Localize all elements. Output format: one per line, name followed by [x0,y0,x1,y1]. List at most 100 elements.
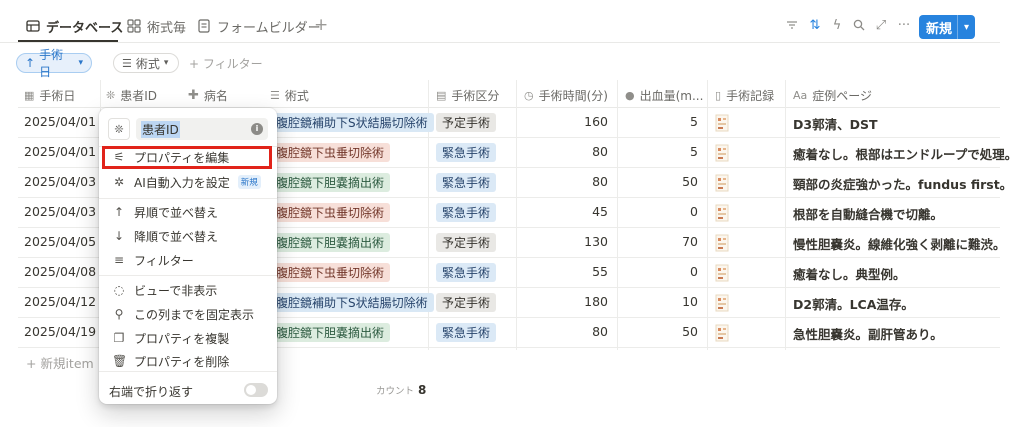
column-header-procedure[interactable]: ☰ 術式 [270,87,309,104]
calendar-icon: ▦ [24,89,35,102]
arrow-up-icon: ↑ [113,205,125,219]
tab-database[interactable]: データベース [26,14,123,38]
lightning-icon[interactable]: ϟ [828,16,846,34]
column-header-case-page[interactable]: Aa 症例ページ [793,87,872,104]
category-tag: 予定手術 [436,293,497,312]
record-file-icon[interactable] [715,324,729,342]
chevron-down-icon: ▾ [78,58,83,68]
drop-icon: ● [625,89,635,102]
arrow-up-icon: ↑ [25,56,36,70]
cell-case-page[interactable]: 頸部の炎症強かった。fundus first。 [793,174,1012,193]
cell-case-page[interactable]: 慢性胆嚢炎。線維化強く剥離に難渋。 [793,234,1006,253]
column-header-blood-loss[interactable]: ● 出血量(m... [625,87,703,104]
expand-icon[interactable]: ⤢ [872,16,890,34]
cell-category[interactable]: 予定手術 [436,233,497,252]
column-header-duration[interactable]: ◷ 手術時間(分) [524,87,608,104]
sort-chip[interactable]: ↑ 手術日 ▾ [16,48,92,79]
tab-by-procedure[interactable]: 術式毎 [127,14,186,38]
procedure-tag: 腹腔鏡下虫垂切除術 [270,203,391,222]
cell-procedure[interactable]: 腹腔鏡下虫垂切除術 [270,203,391,222]
record-file-icon[interactable] [715,264,729,282]
cell-duration: 160 [584,114,608,129]
category-tag: 緊急手術 [436,143,497,162]
search-icon[interactable] [850,16,868,34]
record-file-icon[interactable] [715,174,729,192]
cell-blood-loss: 50 [682,324,698,339]
cell-procedure[interactable]: 腹腔鏡補助下S状結腸切除術 [270,113,434,132]
filter-icon[interactable] [783,16,801,34]
cell-procedure[interactable]: 腹腔鏡補助下S状結腸切除術 [270,293,434,312]
wrap-text-label: 右端で折り返す [109,385,194,399]
column-header-disease[interactable]: ✚ 病名 [188,87,228,104]
menu-item-label: 昇順で並べ替え [134,205,219,220]
cell-procedure[interactable]: 腹腔鏡下虫垂切除術 [270,143,391,162]
clock-icon: ◷ [524,89,534,102]
grid-icon [127,19,141,33]
cell-procedure[interactable]: 腹腔鏡下胆嚢摘出術 [270,233,391,252]
cell-duration: 80 [592,324,608,339]
info-icon[interactable]: i [251,123,263,135]
category-tag: 予定手術 [436,113,497,132]
new-button[interactable]: 新規 ▾ [919,15,975,39]
menu-item-label: ビューで非表示 [134,283,218,298]
cell-case-page[interactable]: D3郭清、DST [793,114,877,133]
record-file-icon[interactable] [715,144,729,162]
record-file-icon[interactable] [715,204,729,222]
column-label: 術式 [284,89,309,103]
cell-category[interactable]: 緊急手術 [436,143,497,162]
cell-procedure[interactable]: 腹腔鏡下虫垂切除術 [270,263,391,282]
menu-item-ai-sparkle[interactable]: ✲ AI自動入力を設定 新規 [108,171,268,193]
cell-case-page[interactable]: D2郭清。LCA温存。 [793,294,914,313]
menu-item-eye-off[interactable]: ◌ ビューで非表示 [108,279,268,301]
cell-category[interactable]: 予定手術 [436,113,497,132]
record-file-icon[interactable] [715,294,729,312]
cross-icon: ✚ [188,88,199,103]
menu-item-filter[interactable]: ≡ フィルター [108,249,268,271]
add-view-icon[interactable]: + [314,15,328,35]
eye-off-icon: ◌ [113,283,125,297]
more-icon[interactable]: ··· [895,16,913,34]
wrap-text-toggle[interactable] [244,383,268,397]
record-file-icon[interactable] [715,114,729,132]
cell-procedure[interactable]: 腹腔鏡下胆嚢摘出術 [270,323,391,342]
cell-blood-loss: 10 [682,294,698,309]
cell-category[interactable]: 予定手術 [436,293,497,312]
property-name-input[interactable]: 患者ID i [136,118,268,140]
cell-duration: 130 [584,234,608,249]
cell-date: 2025/04/19 [24,324,97,339]
property-type-button[interactable]: ❊ [108,118,130,140]
cell-case-page[interactable]: 癒着なし。根部はエンドループで処理。 [793,144,1017,163]
menu-item-arrow-down[interactable]: ↓ 降順で並べ替え [108,225,268,247]
divider [99,198,277,199]
menu-item-label: 降順で並べ替え [134,229,219,244]
cell-case-page[interactable]: 急性胆嚢炎。副肝管あり。 [793,324,943,343]
cell-category[interactable]: 緊急手術 [436,263,497,282]
cell-case-page[interactable]: 根部を自動縫合機で切離。 [793,204,943,223]
cell-procedure[interactable]: 腹腔鏡下胆嚢摘出術 [270,173,391,192]
menu-item-copy[interactable]: ❐ プロパティを複製 [108,327,268,349]
tab-label: 術式毎 [147,20,187,36]
column-header-record[interactable]: ▯ 手術記録 [715,87,774,104]
procedure-filter-chip[interactable]: ☰ 術式 ▾ [113,53,179,73]
cell-category[interactable]: 緊急手術 [436,323,497,342]
select-icon: ▤ [436,89,447,102]
menu-item-arrow-up[interactable]: ↑ 昇順で並べ替え [108,201,268,223]
menu-item-trash[interactable]: 🗑 プロパティを削除 [108,350,268,372]
cell-category[interactable]: 緊急手術 [436,173,497,192]
new-item-button[interactable]: + 新規item [26,353,94,372]
cell-blood-loss: 50 [682,174,698,189]
tab-form-builder[interactable]: フォームビルダー [197,14,321,38]
column-header-date[interactable]: ▦ 手術日 [24,87,75,104]
column-header-patient-id[interactable]: ❊ 患者ID [106,87,157,104]
procedure-tag: 腹腔鏡下虫垂切除術 [270,263,391,282]
sort-icon[interactable]: ⇅ [806,16,824,34]
record-file-icon[interactable] [715,234,729,252]
chevron-down-icon[interactable]: ▾ [958,22,975,33]
cell-case-page[interactable]: 癒着なし。典型例。 [793,264,906,283]
column-label: 患者ID [120,89,157,103]
count-label: カウント [376,386,415,397]
cell-category[interactable]: 緊急手術 [436,203,497,222]
add-filter-button[interactable]: + フィルター [189,55,263,72]
column-header-category[interactable]: ▤ 手術区分 [436,87,499,104]
menu-item-pin[interactable]: ⚲ この列までを固定表示 [108,303,268,325]
